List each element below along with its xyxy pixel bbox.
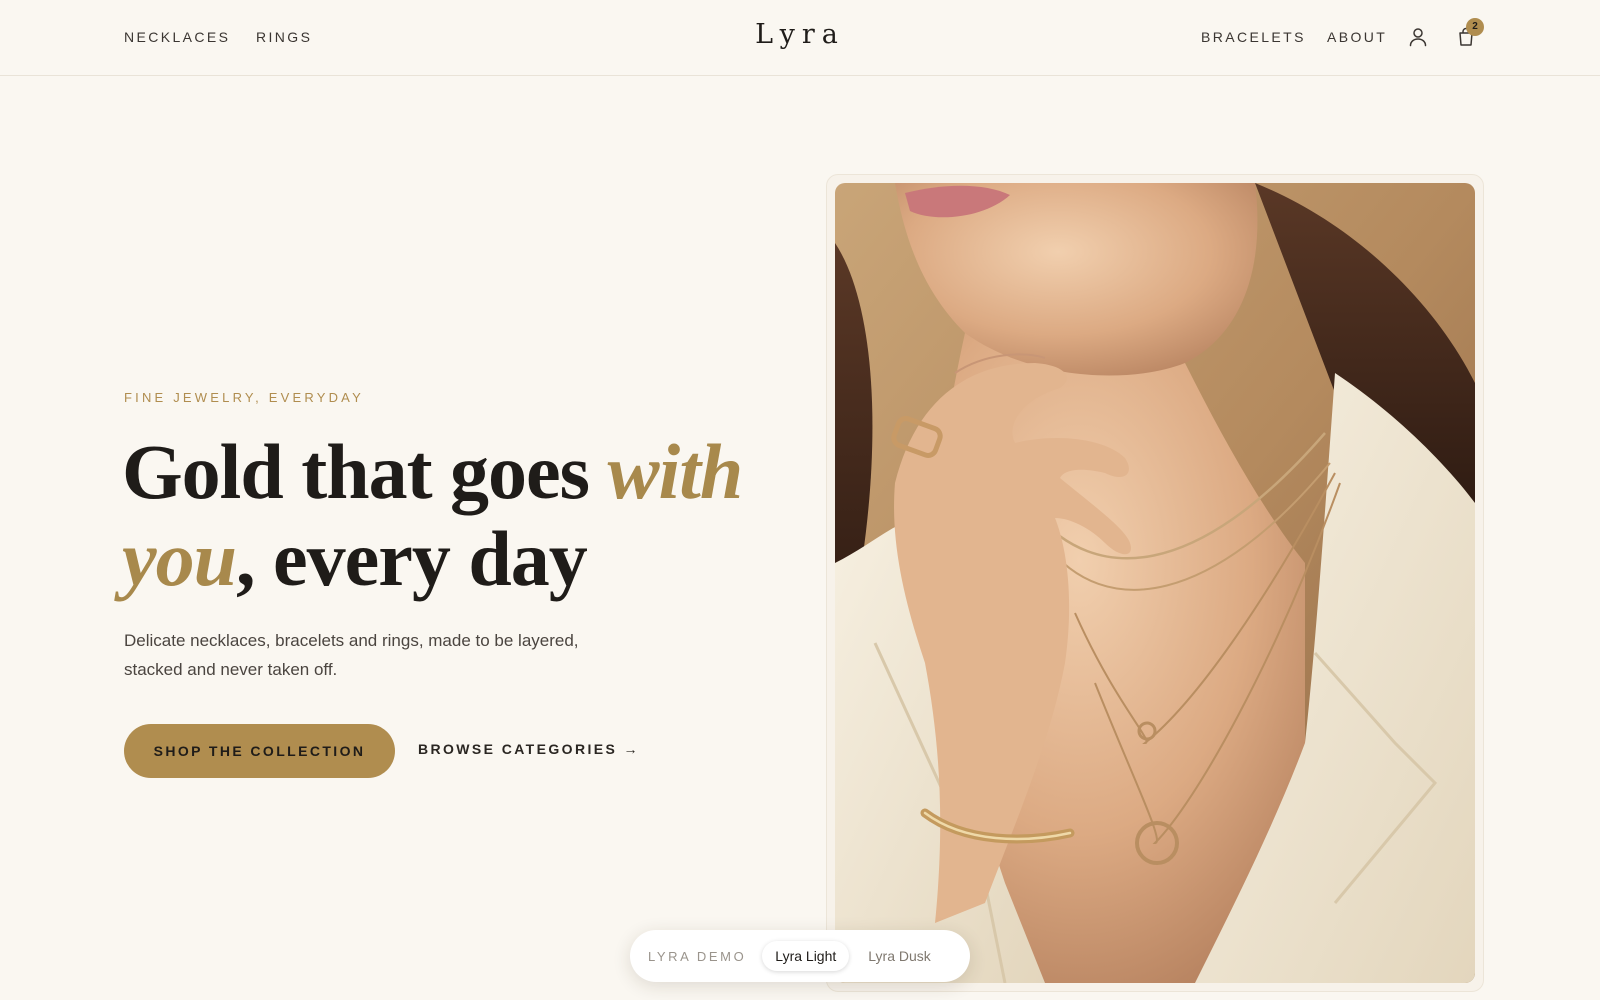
headline-part1: Gold that goes	[122, 428, 608, 515]
hero-image	[835, 183, 1475, 983]
cart-count-badge: 2	[1466, 18, 1484, 36]
nav-link-about[interactable]: ABOUT	[1327, 29, 1387, 45]
nav-link-rings[interactable]: RINGS	[256, 29, 312, 45]
nav-link-necklaces[interactable]: NECKLACES	[124, 29, 230, 45]
switcher-label: LYRA DEMO	[648, 948, 747, 964]
browse-categories-link[interactable]: BROWSE CATEGORIES →	[418, 741, 640, 757]
account-icon[interactable]	[1406, 25, 1430, 49]
demo-theme-switcher: LYRA DEMO Lyra Light Lyra Dusk	[630, 930, 970, 982]
nav-link-bracelets[interactable]: BRACELETS	[1201, 29, 1306, 45]
hero-subcopy: Delicate necklaces, bracelets and rings,…	[124, 631, 579, 679]
shop-collection-button[interactable]: SHOP THE COLLECTION	[124, 724, 395, 778]
theme-option-lyra-light[interactable]: Lyra Light	[762, 941, 850, 971]
brand-logo[interactable]: Lyra	[755, 19, 845, 50]
site-header: NECKLACES RINGS Lyra BRACELETS ABOUT 2	[0, 0, 1600, 76]
hero-headline: Gold that goes with you, every day	[122, 428, 762, 602]
theme-option-lyra-dusk[interactable]: Lyra Dusk	[855, 941, 944, 971]
hero-eyebrow: FINE JEWELRY, EVERYDAY	[124, 390, 364, 405]
headline-part2: , every day	[236, 515, 588, 602]
